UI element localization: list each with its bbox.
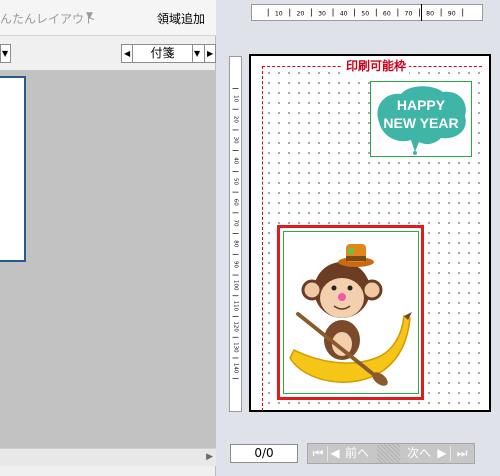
- ruler-tick-label: 30: [318, 11, 326, 18]
- ruler-tick-label: 50: [232, 178, 238, 185]
- top-toolbar: んたんレイアウト ▼ 領域追加: [0, 0, 216, 36]
- first-page-icon[interactable]: ⏮: [311, 444, 325, 463]
- chevron-left-icon[interactable]: ◀: [329, 444, 341, 463]
- chevron-right-icon: ▶: [207, 49, 214, 58]
- last-page-icon[interactable]: ⏭: [454, 444, 470, 463]
- next-item-button[interactable]: ▶: [205, 44, 216, 63]
- ruler-tick-label: 110: [232, 301, 238, 312]
- ruler-tick-label: 140: [232, 363, 238, 374]
- sticker-region[interactable]: HAPPY NEW YEAR: [370, 81, 472, 157]
- pager-bar: ⏮ ◀ 前へ 次へ ▶ ⏭: [307, 443, 475, 464]
- ruler-tick-label: 20: [296, 11, 304, 18]
- ruler-tick-label: 20: [232, 116, 238, 123]
- vertical-ruler: 10 20 30 40 50 60 70 80 90 100 110 120 130 140: [229, 56, 242, 412]
- horizontal-ruler: 10 20 30 40 50 60 70 80 90: [251, 4, 483, 21]
- pager-divider-pattern: [377, 444, 400, 463]
- ruler-tick-label: 130: [232, 342, 238, 353]
- chevron-left-icon: ◀: [124, 49, 131, 58]
- image-frame: [283, 231, 419, 394]
- scroll-right-icon[interactable]: ▶: [206, 452, 213, 462]
- print-frame-label: 印刷可能枠: [343, 57, 410, 74]
- chevron-right-icon[interactable]: ▶: [436, 444, 448, 463]
- sticker-text-line2: NEW YEAR: [383, 115, 458, 131]
- item-type-select[interactable]: 付箋: [133, 44, 193, 63]
- monkey-banana-illustration: [289, 244, 412, 386]
- ruler-tick-label: 120: [232, 321, 238, 332]
- left-pane: んたんレイアウト ▼ 領域追加 ▼ ◀ 付箋 ▼ ▶ ▶: [0, 0, 216, 476]
- ruler-tick-label: 90: [448, 11, 456, 18]
- ruler-tick-label: 90: [232, 261, 238, 268]
- happy-new-year-sticker: HAPPY NEW YEAR: [377, 86, 466, 155]
- thumbnail-area: [0, 70, 216, 448]
- chevron-down-icon[interactable]: ▼: [86, 11, 93, 21]
- ruler-tick-label: 80: [232, 240, 238, 247]
- ruler-tick-label: 60: [383, 11, 391, 18]
- ruler-tick-label: 10: [275, 11, 283, 18]
- ruler-tick-label: 40: [232, 157, 238, 164]
- ruler-cursor-marker: [421, 4, 422, 21]
- pager-divider: [450, 446, 451, 461]
- sticker-text-line1: HAPPY: [397, 97, 446, 113]
- dropdown-arrow-button[interactable]: ▼: [0, 44, 11, 63]
- page-counter: 0/0: [230, 444, 298, 463]
- ruler-tick-label: 40: [340, 11, 348, 18]
- pager-divider: [327, 446, 328, 461]
- horizontal-scrollbar[interactable]: ▶: [0, 448, 216, 466]
- ruler-tick-label: 30: [232, 137, 238, 144]
- ruler-tick-label: 100: [232, 280, 238, 291]
- ruler-tick-label: 60: [232, 199, 238, 206]
- page-thumbnail[interactable]: [0, 76, 26, 262]
- prev-page-button[interactable]: 前へ: [342, 444, 372, 463]
- next-page-button[interactable]: 次へ: [404, 444, 434, 463]
- ruler-tick-label: 50: [361, 11, 369, 18]
- item-type-dropdown-button[interactable]: ▼: [193, 44, 205, 63]
- ruler-tick-label: 80: [426, 11, 434, 18]
- print-frame-left: [262, 66, 263, 411]
- ruler-tick-label: 70: [405, 11, 413, 18]
- easy-layout-menu[interactable]: んたんレイアウト: [0, 10, 96, 27]
- chevron-down-icon: ▼: [194, 49, 201, 58]
- navigator-bar: ▼ ◀ 付箋 ▼ ▶: [0, 42, 216, 66]
- add-region-button[interactable]: 領域追加: [157, 10, 205, 27]
- ruler-tick-label: 70: [232, 220, 238, 227]
- chevron-down-icon: ▼: [2, 49, 9, 58]
- ruler-tick-label: 10: [232, 95, 238, 102]
- previous-item-button[interactable]: ◀: [121, 44, 133, 63]
